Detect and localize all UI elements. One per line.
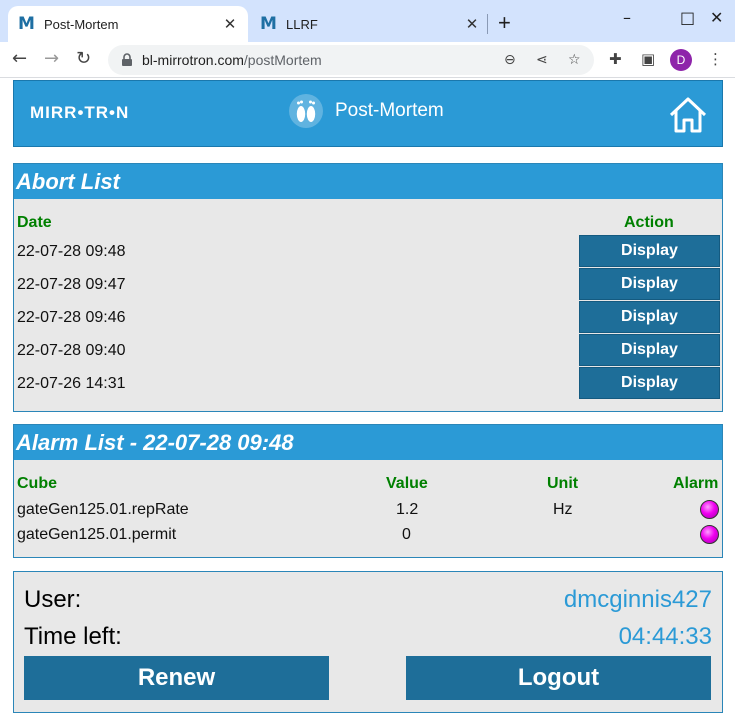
lock-icon	[122, 53, 132, 66]
forward-arrow-icon[interactable]: →	[44, 48, 59, 69]
tab-title: LLRF	[286, 16, 318, 32]
cube-value: 0	[402, 526, 411, 543]
display-button[interactable]: Display	[579, 268, 720, 300]
m-favicon-icon: M	[260, 14, 277, 34]
url-path: /postMortem	[243, 52, 322, 68]
browser-toolbar: ← → ↻ bl-mirrotron.com/postMortem ⊖ ⋖ ☆ …	[0, 42, 735, 78]
address-bar[interactable]: bl-mirrotron.com/postMortem ⊖ ⋖ ☆	[108, 45, 594, 75]
url-host: bl-mirrotron.com	[142, 52, 244, 68]
alarm-indicator	[700, 500, 719, 519]
side-panel-icon[interactable]: ▣	[641, 50, 655, 68]
unit-column-header: Unit	[547, 475, 579, 492]
alarm-list-title: Alarm List - 22-07-28 09:48	[14, 425, 722, 460]
profile-avatar[interactable]: D	[670, 49, 692, 71]
reload-icon[interactable]: ↻	[76, 48, 91, 69]
abort-date: 22-07-28 09:47	[17, 276, 126, 293]
abort-date: 22-07-26 14:31	[17, 375, 126, 392]
extensions-icon[interactable]: ✚	[609, 50, 622, 68]
minimize-icon[interactable]: –	[623, 8, 631, 27]
feet-icon	[289, 94, 323, 128]
display-button[interactable]: Display	[579, 334, 720, 366]
abort-date: 22-07-28 09:48	[17, 243, 126, 260]
tab-post-mortem[interactable]: M Post-Mortem ✕	[8, 6, 248, 42]
display-button[interactable]: Display	[579, 235, 720, 267]
date-column-header: Date	[17, 214, 52, 231]
cube-value: 1.2	[396, 501, 419, 518]
alarm-indicator	[700, 525, 719, 544]
abort-list-panel: Abort List Date Action 22-07-28 09:48 Di…	[13, 163, 723, 412]
page-content: MIRR•TR•N Post-Mortem Abort List Date Ac…	[0, 78, 735, 725]
browser-tabstrip: M Post-Mortem ✕ M LLRF ✕ + – □ ✕	[0, 0, 735, 42]
window-close-icon[interactable]: ✕	[710, 8, 723, 27]
back-arrow-icon[interactable]: ←	[12, 48, 27, 69]
tab-title: Post-Mortem	[44, 16, 119, 32]
menu-kebab-icon[interactable]: ⋮	[708, 50, 723, 68]
cube-unit: Hz	[553, 501, 573, 518]
mirrotron-logo: MIRR•TR•N	[30, 103, 130, 122]
new-tab-button[interactable]: +	[498, 10, 511, 36]
action-column-header: Action	[624, 214, 674, 231]
abort-date: 22-07-28 09:40	[17, 342, 126, 359]
app-header: MIRR•TR•N Post-Mortem	[13, 80, 723, 147]
share-icon[interactable]: ⋖	[536, 52, 548, 68]
user-label: User:	[24, 586, 82, 613]
abort-date: 22-07-28 09:46	[17, 309, 126, 326]
alarm-column-header: Alarm	[673, 475, 719, 492]
alarm-list-panel: Alarm List - 22-07-28 09:48 Cube Value U…	[13, 424, 723, 558]
tab-divider	[487, 14, 488, 34]
close-icon[interactable]: ✕	[464, 15, 480, 33]
cube-column-header: Cube	[17, 475, 57, 492]
display-button[interactable]: Display	[579, 301, 720, 333]
zoom-icon[interactable]: ⊖	[504, 52, 516, 68]
value-column-header: Value	[386, 475, 428, 492]
display-button[interactable]: Display	[579, 367, 720, 399]
bookmark-star-icon[interactable]: ☆	[568, 52, 581, 68]
m-favicon-icon: M	[18, 14, 35, 34]
cube-name: gateGen125.01.repRate	[17, 501, 189, 518]
maximize-icon[interactable]: □	[680, 8, 695, 27]
tab-llrf[interactable]: M LLRF ✕	[250, 6, 490, 42]
username: dmcginnis427	[563, 586, 712, 613]
home-icon[interactable]	[668, 95, 708, 135]
close-icon[interactable]: ✕	[222, 15, 238, 33]
renew-button[interactable]: Renew	[24, 656, 329, 700]
abort-list-title: Abort List	[14, 164, 722, 199]
session-panel: User: dmcginnis427 Time left: 04:44:33 R…	[13, 571, 723, 713]
logout-button[interactable]: Logout	[406, 656, 711, 700]
page-title: Post-Mortem	[335, 100, 444, 121]
time-left-value: 04:44:33	[618, 623, 712, 650]
cube-name: gateGen125.01.permit	[17, 526, 177, 543]
time-left-label: Time left:	[24, 623, 122, 650]
